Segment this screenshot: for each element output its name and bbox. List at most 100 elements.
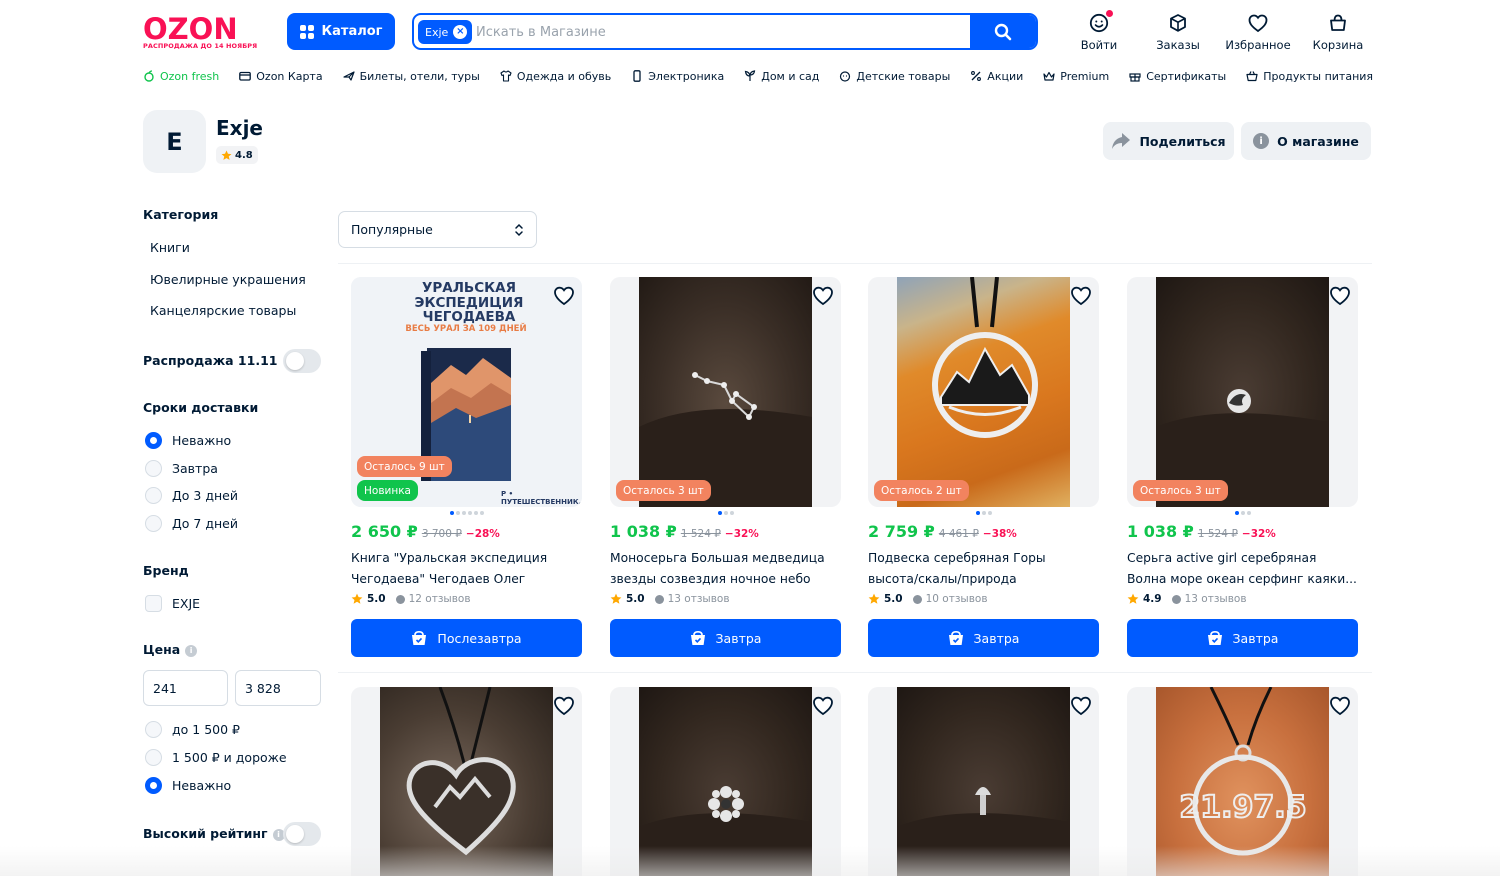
nav-tickets[interactable]: Билеты, отели, туры (342, 66, 480, 86)
radio-label: Завтра (172, 461, 218, 476)
add-to-cart-button[interactable]: Завтра (1127, 619, 1358, 657)
nav-premium[interactable]: Premium (1043, 66, 1109, 86)
product-image[interactable]: Осталось 3 шт (610, 277, 841, 507)
favorite-heart-icon[interactable] (1329, 285, 1351, 307)
product-image[interactable]: Осталось 3 шт (1127, 277, 1358, 507)
delivery-option-tomorrow[interactable]: Завтра (145, 460, 218, 477)
nav-label: Билеты, отели, туры (359, 69, 480, 83)
cart-action[interactable]: Корзина (1302, 12, 1374, 52)
sale-toggle[interactable] (283, 349, 321, 373)
product-name[interactable]: Книга "Уральская экспедиция Чегодаева" Ч… (351, 548, 582, 590)
category-link-jewelry[interactable]: Ювелирные украшения (150, 272, 306, 287)
favorites-label: Избранное (1225, 38, 1291, 52)
catalog-button[interactable]: Каталог (287, 13, 395, 50)
nav-kids[interactable]: Детские товары (839, 66, 950, 86)
nav-clothes[interactable]: Одежда и обувь (500, 66, 611, 86)
product-image[interactable] (610, 687, 841, 876)
nav-ozon-fresh[interactable]: Ozon fresh (143, 66, 219, 86)
product-name[interactable]: Моносерьга Большая медведица звезды созв… (610, 548, 841, 590)
nav-electronics[interactable]: Электроника (631, 66, 724, 86)
radio-label: Неважно (172, 433, 232, 448)
radio-selected[interactable] (145, 432, 162, 449)
product-image[interactable]: УРАЛЬСКАЯ ЭКСПЕДИЦИЯ ЧЕГОДАЕВА ВЕСЬ УРАЛ… (351, 277, 582, 507)
product-card[interactable]: УРАЛЬСКАЯ ЭКСПЕДИЦИЯ ЧЕГОДАЕВА ВЕСЬ УРАЛ… (351, 277, 582, 657)
search-button[interactable] (970, 15, 1036, 48)
product-card[interactable]: Осталось 3 шт 1 038 ₽ 1 524 ₽ −32% Монос… (610, 277, 841, 657)
info-icon[interactable]: i (185, 644, 198, 657)
review-count[interactable]: 12 отзывов (395, 593, 471, 605)
product-image[interactable]: 21.97.5 (1127, 687, 1358, 876)
favorite-heart-icon[interactable] (553, 285, 575, 307)
favorites-action[interactable]: Избранное (1222, 12, 1294, 52)
price-option-over-1500[interactable]: 1 500 ₽ и дороже (145, 749, 287, 766)
favorite-heart-icon[interactable] (553, 695, 575, 717)
favorite-heart-icon[interactable] (812, 695, 834, 717)
delivery-option-3days[interactable]: До 3 дней (145, 487, 238, 504)
product-card[interactable]: 21.97.5 (1127, 687, 1358, 876)
product-image[interactable] (868, 687, 1099, 876)
product-card[interactable] (610, 687, 841, 876)
radio-selected[interactable] (145, 777, 162, 794)
product-card[interactable]: Осталось 3 шт 1 038 ₽ 1 524 ₽ −32% Серьг… (1127, 277, 1358, 657)
price: 1 038 ₽ (610, 522, 677, 541)
nav-food[interactable]: Продукты питания (1246, 66, 1373, 86)
radio[interactable] (145, 721, 162, 738)
price-option-any[interactable]: Неважно (145, 777, 231, 794)
add-to-cart-button[interactable]: Завтра (868, 619, 1099, 657)
sort-select[interactable]: Популярные (338, 211, 537, 248)
product-card[interactable] (351, 687, 582, 876)
radio[interactable] (145, 515, 162, 532)
sort-label: Популярные (351, 222, 433, 237)
about-label: О магазине (1277, 133, 1359, 149)
orders-action[interactable]: Заказы (1142, 12, 1214, 52)
product-image[interactable]: Осталось 2 шт (868, 277, 1099, 507)
price-option-under-1500[interactable]: до 1 500 ₽ (145, 721, 240, 738)
product-image[interactable] (351, 687, 582, 876)
photo-wave-earring (1156, 277, 1329, 507)
photo-number-pendant: 21.97.5 (1156, 687, 1329, 876)
add-to-cart-button[interactable]: Завтра (610, 619, 841, 657)
price-min-input[interactable]: 241 (143, 670, 228, 706)
favorite-heart-icon[interactable] (1070, 695, 1092, 717)
price-row: 2 759 ₽ 4 461 ₽ −38% (868, 522, 1099, 541)
radio[interactable] (145, 749, 162, 766)
add-to-cart-button[interactable]: Послезавтра (351, 619, 582, 657)
login-action[interactable]: Войти (1063, 10, 1135, 52)
review-count[interactable]: 13 отзывов (654, 593, 730, 605)
review-count[interactable]: 10 отзывов (912, 593, 988, 605)
nav-ozon-card[interactable]: Ozon Карта (239, 66, 323, 86)
about-shop-button[interactable]: i О магазине (1241, 122, 1371, 160)
category-link-stationery[interactable]: Канцелярские товары (150, 303, 296, 318)
favorite-heart-icon[interactable] (1070, 285, 1092, 307)
search-scope-chip[interactable]: Exje × (418, 20, 473, 44)
product-name[interactable]: Серьга active girl серебряная Волна море… (1127, 548, 1358, 590)
nav-certificates[interactable]: Сертификаты (1129, 66, 1226, 86)
radio[interactable] (145, 460, 162, 477)
price: 2 650 ₽ (351, 522, 418, 541)
brand-option-exje[interactable]: EXJE (145, 595, 200, 612)
delivery-option-any[interactable]: Неважно (145, 432, 231, 449)
price-max-input[interactable]: 3 828 (235, 670, 321, 706)
radio-label: До 7 дней (172, 516, 238, 531)
category-link-books[interactable]: Книги (150, 240, 190, 255)
radio[interactable] (145, 487, 162, 504)
nav-promo[interactable]: Акции (970, 66, 1023, 86)
ozon-logo[interactable]: OZON РАСПРОДАЖА ДО 14 НОЯБРЯ (143, 12, 257, 50)
nav-home-garden[interactable]: Дом и сад (744, 66, 819, 86)
delivery-option-7days[interactable]: До 7 дней (145, 515, 238, 532)
checkbox[interactable] (145, 595, 162, 612)
brand-title: Бренд (143, 563, 189, 578)
product-card[interactable]: Осталось 2 шт 2 759 ₽ 4 461 ₽ −38% Подве… (868, 277, 1099, 657)
review-count[interactable]: 13 отзывов (1171, 593, 1247, 605)
logo-word: OZON (143, 12, 238, 46)
close-icon[interactable]: × (453, 25, 468, 39)
delivery-label: Завтра (973, 630, 1020, 646)
comment-icon (1171, 594, 1181, 604)
favorite-heart-icon[interactable] (1329, 695, 1351, 717)
high-rating-toggle[interactable] (283, 822, 321, 846)
favorite-heart-icon[interactable] (812, 285, 834, 307)
product-name[interactable]: Подвеска серебряная Горы высота/скалы/пр… (868, 548, 1099, 590)
product-card[interactable] (868, 687, 1099, 876)
search-input[interactable] (476, 22, 966, 42)
share-button[interactable]: Поделиться (1103, 122, 1234, 160)
